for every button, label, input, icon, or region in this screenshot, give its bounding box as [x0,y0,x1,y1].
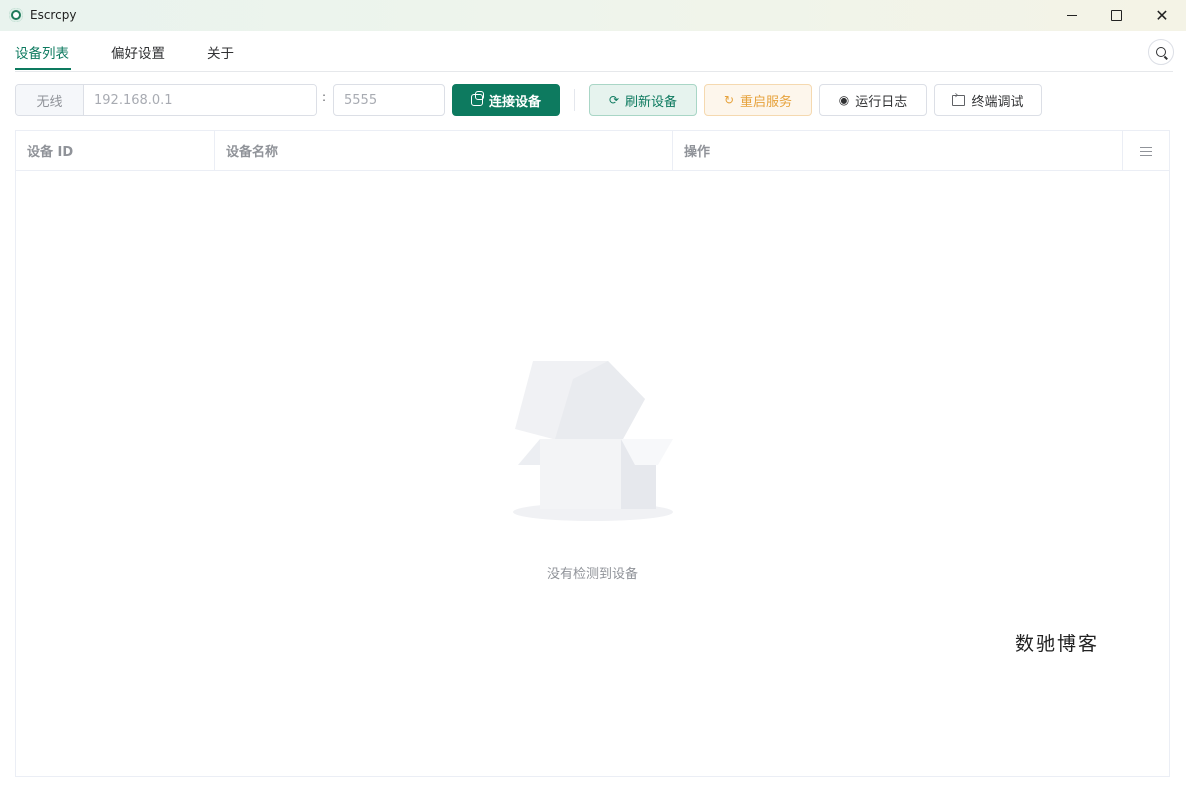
column-device-name[interactable]: 设备名称 [215,131,673,170]
watermark-text: 数驰博客 [1015,633,1100,655]
run-logs-label: 运行日志 [855,94,908,110]
table-header: 设备 ID 设备名称 操作 [16,131,1169,171]
search-icon [1156,47,1166,57]
connect-device-label: 连接设备 [488,94,541,110]
column-actions[interactable]: 操作 [673,131,1123,170]
minimize-icon [1067,14,1077,17]
tab-device-list[interactable]: 设备列表 [15,42,69,62]
maximize-icon [1110,10,1122,21]
connect-device-button[interactable]: 连接设备 [452,84,560,116]
empty-box-icon [513,361,673,521]
ip-input-group: 无线 [15,84,317,116]
main-tabs: 设备列表 偏好设置 关于 [15,31,1173,72]
close-button[interactable]: ✕ [1139,0,1185,31]
port-input[interactable] [333,84,445,116]
active-tab-indicator [15,68,71,70]
search-button[interactable] [1148,39,1174,65]
run-logs-button[interactable]: ◉ 运行日志 [819,84,927,116]
device-table: 设备 ID 设备名称 操作 没有检测到设备 数驰博客 [15,130,1170,777]
tab-about[interactable]: 关于 [207,42,234,62]
minimize-button[interactable] [1049,0,1095,31]
terminal-debug-label: 终端调试 [971,94,1024,110]
app-logo-icon [9,8,23,22]
restart-service-label: 重启服务 [740,94,793,110]
terminal-icon [952,91,966,106]
empty-state-message: 没有检测到设备 [546,567,638,582]
window-title: Escrcpy [30,8,77,22]
column-settings-button[interactable] [1123,131,1169,170]
sliders-icon [1140,146,1152,156]
restart-icon: ↻ [723,93,735,107]
tab-preferences[interactable]: 偏好设置 [111,42,165,62]
eye-icon: ◉ [838,93,850,107]
refresh-devices-button[interactable]: ⟳ 刷新设备 [589,84,697,116]
ip-address-input[interactable] [84,85,316,115]
maximize-button[interactable] [1093,0,1139,31]
refresh-devices-label: 刷新设备 [625,94,678,110]
restart-service-button[interactable]: ↻ 重启服务 [704,84,812,116]
link-icon [470,91,484,106]
ip-port-separator: : [322,90,327,104]
toolbar-divider [574,89,575,111]
title-bar: Escrcpy ✕ [0,0,1186,31]
refresh-icon: ⟳ [608,93,620,107]
wireless-prefix-label: 无线 [16,85,84,115]
close-icon: ✕ [1155,5,1169,25]
column-device-id[interactable]: 设备 ID [16,131,215,170]
terminal-debug-button[interactable]: 终端调试 [934,84,1042,116]
